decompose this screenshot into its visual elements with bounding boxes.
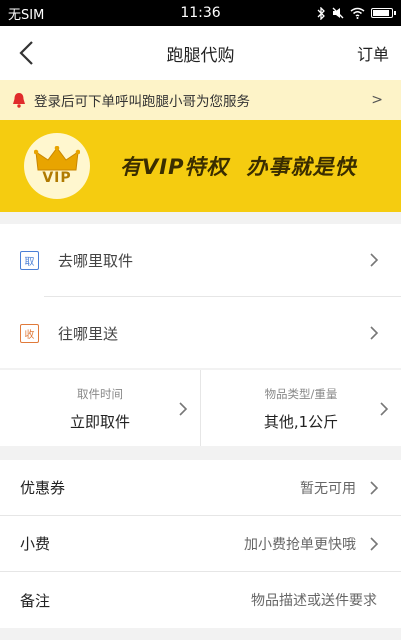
vip-slogan: 有VIP特权 办事就是快 [120,151,356,181]
chevron-right-icon [370,253,379,267]
orders-link[interactable]: 订单 [357,41,389,65]
pickup-time-selector[interactable]: 取件时间 立即取件 [0,370,201,446]
chevron-right-icon [380,402,389,416]
tip-row[interactable]: 小费 加小费抢单更快哦 [0,516,401,572]
address-card: 取 去哪里取件 收 往哪里送 [0,224,401,368]
delivery-tag: 收 [20,323,39,343]
vip-crown-badge: VIP [24,133,90,199]
chevron-right-icon [370,481,379,495]
chevron-right-icon [370,326,379,340]
vip-slogan-part2: 办事就是快 [246,155,357,179]
vip-slogan-part1: 有VIP特权 [120,155,229,179]
vip-banner[interactable]: VIP 有VIP特权 办事就是快 [0,120,401,212]
item-type-value: 其他,1公斤 [263,413,339,431]
tip-label: 小费 [20,535,51,553]
nav-bar: 跑腿代购 订单 [0,26,401,80]
battery-icon [371,8,396,18]
back-arrow-icon[interactable] [14,38,42,68]
status-bar: 无SIM 11:36 [0,0,401,26]
chevron-right-icon [370,537,379,551]
chevron-right-icon [179,402,188,416]
coupon-row[interactable]: 优惠券 暂无可用 [0,460,401,516]
notice-text: 登录后可下单呼叫跑腿小哥为您服务 [34,94,250,110]
status-time: 11:36 [180,5,221,21]
delivery-address-row[interactable]: 收 往哪里送 [0,297,401,369]
tip-value: 加小费抢单更快哦 [244,536,356,553]
coupon-label: 优惠券 [20,479,66,497]
coupon-value: 暂无可用 [300,480,356,497]
page-title: 跑腿代购 [166,45,235,66]
remark-input[interactable]: 物品描述或送件要求 [251,590,377,610]
pickup-address-label: 去哪里取件 [58,251,134,270]
pickup-address-row[interactable]: 取 去哪里取件 [0,224,401,296]
vip-badge-label: VIP [42,170,72,186]
login-notice-bar[interactable]: 登录后可下单呼叫跑腿小哥为您服务 > [0,80,401,120]
delivery-address-label: 往哪里送 [58,324,119,343]
crown-icon [34,146,80,171]
bell-icon [13,93,25,108]
pickup-tag: 取 [20,250,39,270]
order-extras-list: 优惠券 暂无可用 小费 加小费抢单更快哦 备注 物品描述或送件要求 [0,460,401,628]
remark-label: 备注 [20,591,51,610]
item-type-label: 物品类型/重量 [264,387,338,401]
item-type-selector[interactable]: 物品类型/重量 其他,1公斤 [201,370,401,446]
pickup-time-value: 立即取件 [69,413,130,431]
notice-arrow-icon: > [371,92,383,108]
pickup-time-label: 取件时间 [77,387,123,401]
order-options: 取件时间 立即取件 物品类型/重量 其他,1公斤 [0,370,401,446]
remark-row[interactable]: 备注 物品描述或送件要求 [0,572,401,628]
